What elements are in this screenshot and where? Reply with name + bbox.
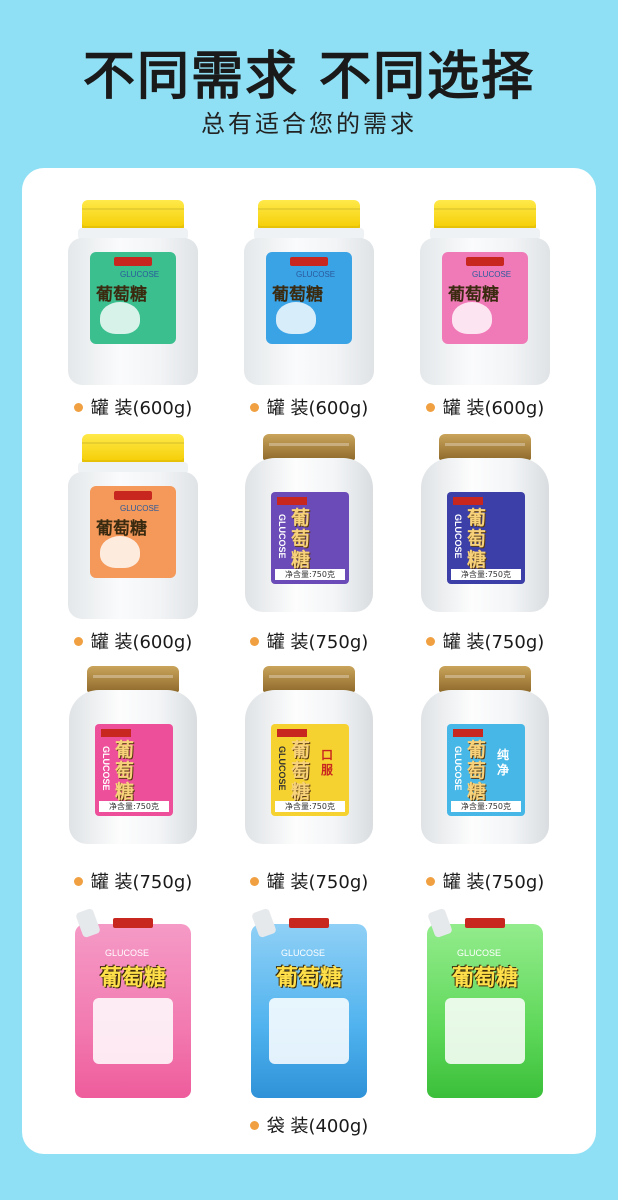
- jar-image: GLUCOSE 葡萄糖 净含量:750克: [245, 434, 373, 612]
- jar-image: GLUCOSE 葡萄糖: [68, 434, 198, 619]
- product-card[interactable]: GLUCOSE 葡萄糖 罐 装(600g): [214, 200, 404, 420]
- product-label: GLUCOSE 葡萄糖 净含量:750克: [95, 724, 173, 816]
- product-card[interactable]: GLUCOSE 葡萄糖 罐 装(600g): [38, 434, 228, 654]
- product-card[interactable]: GLUCOSE 葡萄糖: [214, 907, 404, 1110]
- product-label: GLUCOSE 葡萄糖 净含量:750克: [447, 492, 525, 584]
- product-label: GLUCOSE 葡萄糖 纯净 净含量:750克: [447, 724, 525, 816]
- jar-image: GLUCOSE 葡萄糖 净含量:750克: [421, 434, 549, 612]
- bullet-dot-icon: [425, 402, 435, 412]
- caption: 罐 装(750g): [214, 868, 404, 894]
- bullet-dot-icon: [73, 876, 83, 886]
- caption: 罐 装(600g): [214, 394, 404, 420]
- caption: 罐 装(600g): [390, 394, 580, 420]
- caption: 袋 装(400g): [214, 1112, 404, 1138]
- bullet-dot-icon: [73, 402, 83, 412]
- product-card[interactable]: GLUCOSE 葡萄糖 净含量:750克 罐 装(750g): [214, 434, 404, 654]
- product-card[interactable]: GLUCOSE 葡萄糖 罐 装(600g): [390, 200, 580, 420]
- pouch-image: GLUCOSE 葡萄糖: [427, 907, 543, 1098]
- caption: 罐 装(600g): [38, 394, 228, 420]
- product-label: GLUCOSE 葡萄糖: [90, 486, 176, 578]
- pouch-image: GLUCOSE 葡萄糖: [75, 907, 191, 1098]
- caption: 罐 装(750g): [390, 868, 580, 894]
- jar-image: GLUCOSE 葡萄糖 净含量:750克: [69, 666, 197, 844]
- product-label: GLUCOSE 葡萄糖 口服 净含量:750克: [271, 724, 349, 816]
- caption: 罐 装(600g): [38, 628, 228, 654]
- bullet-dot-icon: [425, 876, 435, 886]
- product-label: GLUCOSE 葡萄糖: [90, 252, 176, 344]
- product-label: GLUCOSE 葡萄糖: [442, 252, 528, 344]
- jar-image: GLUCOSE 葡萄糖: [68, 200, 198, 385]
- bullet-dot-icon: [249, 402, 259, 412]
- bullet-dot-icon: [73, 636, 83, 646]
- page-subtitle: 总有适合您的需求: [201, 110, 417, 138]
- product-label: GLUCOSE 葡萄糖: [266, 252, 352, 344]
- product-card[interactable]: GLUCOSE 葡萄糖: [38, 907, 228, 1110]
- caption: 罐 装(750g): [390, 628, 580, 654]
- bullet-dot-icon: [249, 636, 259, 646]
- product-label: GLUCOSE 葡萄糖 净含量:750克: [271, 492, 349, 584]
- caption: 罐 装(750g): [38, 868, 228, 894]
- jar-image: GLUCOSE 葡萄糖: [244, 200, 374, 385]
- jar-image: GLUCOSE 葡萄糖 纯净 净含量:750克: [421, 666, 549, 844]
- product-card[interactable]: GLUCOSE 葡萄糖 净含量:750克 罐 装(750g): [38, 666, 228, 893]
- pouch-image: GLUCOSE 葡萄糖: [251, 907, 367, 1098]
- jar-image: GLUCOSE 葡萄糖: [420, 200, 550, 385]
- page-title: 不同需求 不同选择: [82, 47, 536, 107]
- jar-image: GLUCOSE 葡萄糖 口服 净含量:750克: [245, 666, 373, 844]
- product-panel: GLUCOSE 葡萄糖 罐 装(600g) GLUCOSE 葡萄糖 罐 装(60…: [22, 168, 596, 1154]
- product-card[interactable]: GLUCOSE 葡萄糖 罐 装(600g): [38, 200, 228, 420]
- product-card[interactable]: GLUCOSE 葡萄糖 纯净 净含量:750克 罐 装(750g): [390, 666, 580, 893]
- product-card[interactable]: GLUCOSE 葡萄糖: [390, 907, 580, 1110]
- bullet-dot-icon: [249, 876, 259, 886]
- caption: 罐 装(750g): [214, 628, 404, 654]
- bullet-dot-icon: [249, 1120, 259, 1130]
- bullet-dot-icon: [425, 636, 435, 646]
- product-card[interactable]: GLUCOSE 葡萄糖 口服 净含量:750克 罐 装(750g): [214, 666, 404, 893]
- product-card[interactable]: GLUCOSE 葡萄糖 净含量:750克 罐 装(750g): [390, 434, 580, 654]
